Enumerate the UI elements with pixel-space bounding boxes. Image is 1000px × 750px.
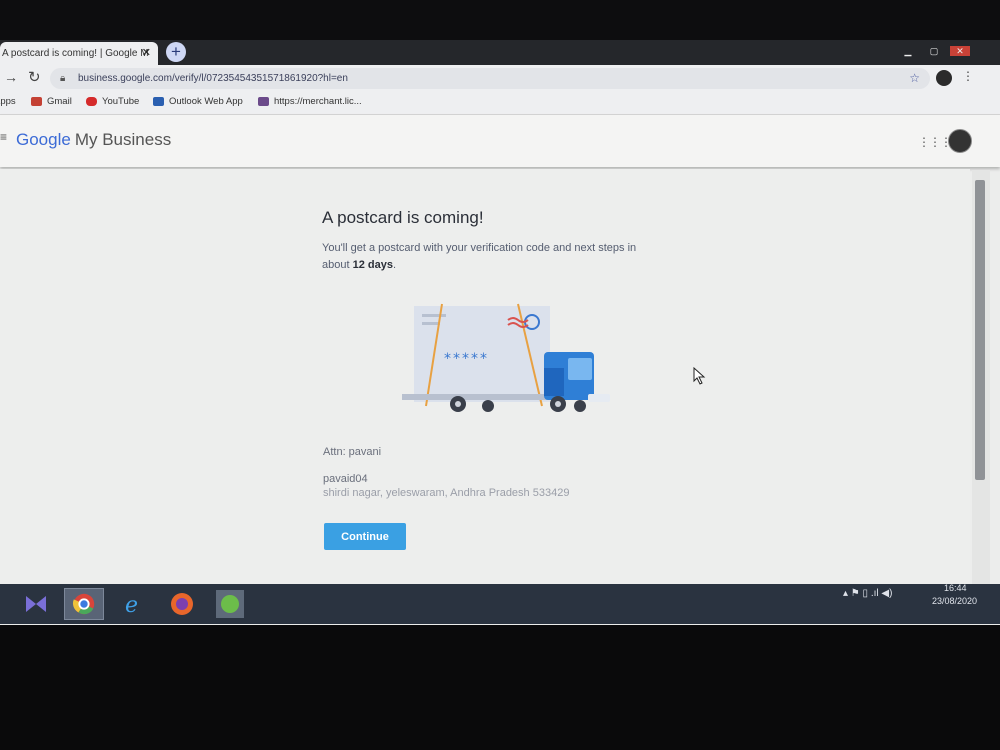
monitor-bezel-bottom: [0, 625, 1000, 750]
app-header: ≡ Google My Business ⋮⋮⋮: [0, 115, 1000, 167]
scrollbar-thumb[interactable]: [975, 180, 985, 480]
brand-logo[interactable]: Google My Business: [16, 130, 171, 150]
days-value: 12 days: [352, 259, 393, 271]
system-tray-icons[interactable]: ▴ ⚑ ▯ .ıl ◀): [843, 588, 892, 599]
visual-studio-icon[interactable]: [22, 590, 50, 618]
clock-date[interactable]: 23/08/2020: [932, 596, 977, 606]
svg-text:e: e: [125, 593, 138, 618]
monitor-bezel-top: [0, 0, 1000, 40]
bookmark-label: Gmail: [47, 96, 72, 107]
url-text: business.google.com/verify/l/07235454351…: [78, 73, 348, 84]
bookmark-label: Apps: [0, 96, 16, 107]
utorrent-icon[interactable]: [216, 590, 244, 618]
tab-close-icon[interactable]: ✕: [142, 42, 151, 65]
description-text: You'll get a postcard with your verifica…: [322, 240, 642, 274]
wheel-hub: [455, 401, 461, 407]
bookmark-label: https://merchant.lic...: [274, 96, 362, 107]
bookmark-gmail[interactable]: Gmail: [31, 96, 72, 107]
bookmarks-bar: Apps Gmail YouTube Outlook Web App https…: [0, 92, 1000, 115]
menu-dots-icon[interactable]: ⋮: [962, 69, 974, 83]
brand-google: Google: [16, 130, 71, 149]
clock-time[interactable]: 16:44: [944, 583, 967, 593]
mouse-cursor-icon: [693, 367, 706, 385]
windows-taskbar: e ▴ ⚑ ▯ .ıl ◀) 16:44 23/08/2020: [0, 583, 1000, 624]
brand-product: My Business: [74, 130, 172, 149]
new-tab-button[interactable]: +: [166, 42, 186, 62]
gmail-icon: [31, 96, 42, 106]
taskbar-chrome-button[interactable]: [64, 588, 104, 620]
firefox-icon[interactable]: [168, 590, 196, 618]
truck-door: [544, 368, 564, 396]
window-controls: ▁ ▢ ✕: [898, 46, 970, 56]
business-address: shirdi nagar, yeleswaram, Andhra Pradesh…: [323, 487, 570, 499]
postcard-truck-illustration: *****: [402, 303, 610, 412]
wheel-icon: [574, 400, 586, 412]
bookmark-outlook[interactable]: Outlook Web App: [153, 96, 243, 107]
bookmark-label: Outlook Web App: [169, 96, 243, 107]
tab-title: A postcard is coming! | Google M: [2, 48, 149, 59]
bookmark-youtube[interactable]: YouTube: [86, 96, 139, 107]
business-name: pavaid04: [323, 473, 368, 485]
profile-avatar[interactable]: [936, 70, 952, 86]
postcard-line: [422, 314, 446, 317]
wheel-icon: [482, 400, 494, 412]
bookmark-label: YouTube: [102, 96, 140, 107]
bookmark-merchant[interactable]: https://merchant.lic...: [258, 96, 362, 107]
truck-window: [568, 358, 592, 380]
attention-name: Attn: pavani: [323, 446, 382, 458]
wheel-hub: [555, 401, 561, 407]
apps-grid-icon[interactable]: ⋮⋮⋮: [918, 135, 952, 149]
browser-toolbar: → ↻ 🔒︎ business.google.com/verify/l/0723…: [0, 65, 1000, 92]
chrome-icon: [72, 593, 95, 615]
internet-explorer-icon[interactable]: e: [120, 590, 148, 618]
continue-button[interactable]: Continue: [324, 523, 406, 550]
bookmark-star-icon[interactable]: ☆: [909, 68, 920, 89]
bookmark-apps[interactable]: Apps: [0, 96, 16, 107]
close-window-icon[interactable]: ✕: [950, 46, 970, 56]
postcard-code: *****: [444, 351, 489, 367]
menu-icon[interactable]: ≡: [0, 130, 7, 144]
forward-icon[interactable]: →: [4, 69, 18, 85]
lock-icon: 🔒︎: [60, 73, 66, 84]
minimize-icon[interactable]: ▁: [898, 46, 918, 56]
truck-bed: [402, 394, 552, 400]
tab-strip: A postcard is coming! | Google M ✕ + ▁ ▢…: [0, 40, 1000, 65]
page-title: A postcard is coming!: [322, 208, 484, 227]
merchant-icon: [258, 96, 269, 106]
postcard-line: [422, 322, 440, 325]
maximize-icon[interactable]: ▢: [924, 46, 944, 56]
truck-bumper: [588, 394, 610, 402]
description-suffix: .: [392, 259, 397, 271]
outlook-icon: [153, 96, 164, 106]
account-avatar[interactable]: [948, 129, 972, 153]
youtube-icon: [86, 96, 97, 106]
reload-icon[interactable]: ↻: [28, 68, 41, 86]
browser-tab[interactable]: A postcard is coming! | Google M ✕: [0, 42, 158, 65]
address-bar[interactable]: 🔒︎ business.google.com/verify/l/07235454…: [50, 68, 930, 89]
